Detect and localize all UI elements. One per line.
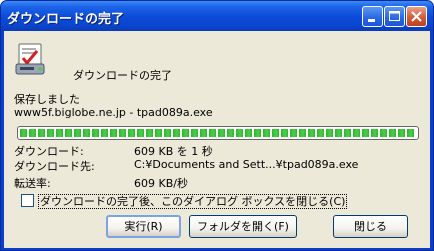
minimize-button[interactable]	[362, 6, 383, 27]
destination-value: C:¥Documents and Sett...¥tpad089a.exe	[134, 158, 359, 171]
dialog-heading: ダウンロードの完了	[73, 69, 172, 82]
download-label: ダウンロード:	[14, 145, 84, 158]
download-progress-bar	[17, 126, 419, 140]
dialog-body: ダウンロードの完了 保存しました www5f.biglobe.ne.jp - t…	[4, 31, 430, 248]
file-source-text: www5f.biglobe.ne.jp - tpad089a.exe	[14, 106, 213, 119]
run-button[interactable]: 実行(R)	[106, 215, 181, 238]
close-icon	[411, 11, 422, 22]
destination-label: ダウンロード先:	[14, 160, 95, 173]
title-bar[interactable]: ダウンロードの完了	[1, 1, 433, 31]
saved-status-text: 保存しました	[14, 93, 80, 106]
close-window-button[interactable]	[406, 6, 427, 27]
download-complete-icon	[15, 43, 45, 75]
download-value: 609 KB を 1 秒	[134, 145, 213, 158]
progress-fill	[20, 129, 416, 137]
open-folder-button[interactable]: フォルダを開く(F)	[189, 215, 297, 238]
close-on-complete-checkbox[interactable]	[21, 194, 34, 207]
maximize-button[interactable]	[384, 6, 405, 27]
close-button[interactable]: 閉じる	[333, 215, 408, 238]
download-complete-window: ダウンロードの完了 ダウンロードの完了 保存しました www5f.biglobe…	[0, 0, 434, 251]
maximize-icon	[389, 11, 400, 21]
transfer-rate-value: 609 KB/秒	[134, 177, 188, 190]
minimize-icon	[368, 19, 375, 22]
window-title: ダウンロードの完了	[7, 12, 125, 27]
transfer-rate-label: 転送率:	[14, 177, 51, 190]
close-on-complete-label[interactable]: ダウンロードの完了後、このダイアログ ボックスを閉じる(C)	[38, 194, 348, 209]
